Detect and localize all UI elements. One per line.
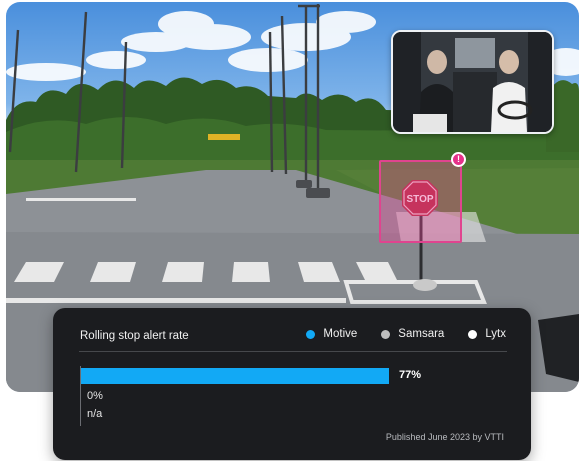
chart-legend: Motive Samsara Lytx (306, 328, 506, 340)
legend-dot-lytx (468, 329, 478, 339)
legend-label-lytx: Lytx (485, 328, 506, 340)
stop-sign-detection-box (379, 160, 462, 243)
legend-dot-samsara (381, 329, 391, 339)
panel-divider (79, 351, 507, 352)
legend-item-lytx: Lytx (468, 328, 506, 340)
legend-item-samsara: Samsara (381, 328, 444, 340)
legend-label-samsara: Samsara (398, 328, 445, 340)
panel-title: Rolling stop alert rate (80, 330, 189, 342)
value-label-samsara: 0% (87, 390, 103, 402)
legend-dot-motive (306, 329, 316, 339)
value-label-motive: 77% (399, 369, 422, 381)
alert-rate-panel: Rolling stop alert rate Motive Samsara L… (53, 308, 531, 460)
cab-occupants-illustration (393, 32, 552, 132)
published-credit: Published June 2023 by VTTI (385, 432, 504, 442)
alert-badge: ! (451, 152, 466, 167)
value-label-lytx: n/a (87, 408, 103, 420)
legend-item-motive: Motive (306, 328, 357, 340)
legend-label-motive: Motive (323, 328, 358, 340)
bar-motive (81, 368, 389, 384)
bar-chart: 77% 0% n/a (79, 358, 519, 428)
in-cab-camera-inset (391, 30, 554, 134)
